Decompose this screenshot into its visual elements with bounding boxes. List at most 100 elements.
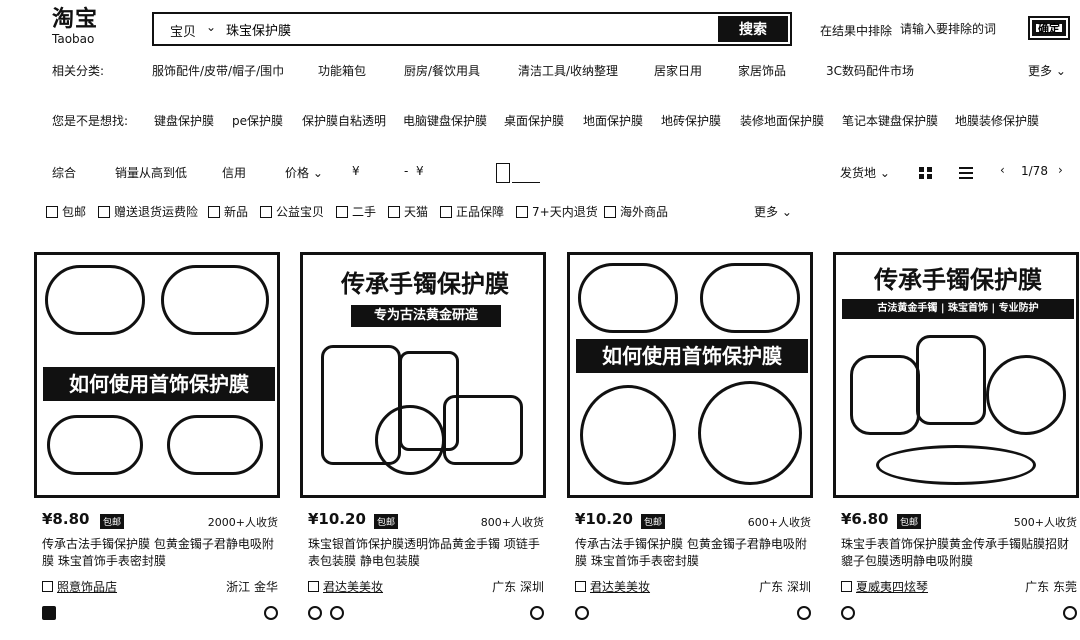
filter-genuine[interactable]: 正品保障 <box>440 203 504 220</box>
filter-label: 二手 <box>352 205 377 219</box>
chat-icon[interactable] <box>530 606 544 620</box>
product-photo <box>876 445 1036 485</box>
price-max-input[interactable] <box>428 162 488 182</box>
price-confirm-button[interactable] <box>496 163 510 183</box>
price-range-underline <box>512 182 540 183</box>
related-item[interactable]: 厨房/餐饮用具 <box>404 62 480 79</box>
filter-tmall[interactable]: 天猫 <box>388 203 428 220</box>
suggest-item[interactable]: 装修地面保护膜 <box>740 112 824 129</box>
product-card[interactable]: 传承手镯保护膜 古法黄金手镯 | 珠宝首饰 | 专业防护 ¥6.80 包邮 50… <box>833 252 1079 640</box>
price-row: ¥6.80 包邮 500+人收货 <box>841 510 1077 532</box>
related-item[interactable]: 3C数码配件市场 <box>826 62 914 79</box>
related-item[interactable]: 家居饰品 <box>738 62 786 79</box>
filter-free-shipping[interactable]: 包邮 <box>46 203 86 220</box>
product-card[interactable]: 如何使用首饰保护膜 ¥10.20 包邮 600+人收货 传承古法手镯保护膜 包黄… <box>567 252 813 640</box>
product-title[interactable]: 珠宝银首饰保护膜透明饰品黄金手镯 项链手表包装膜 静电包装膜 <box>308 536 540 570</box>
chevron-down-icon[interactable]: ⌄ <box>206 20 216 34</box>
shop-name[interactable]: 君达美美妆 <box>323 580 383 594</box>
shop-name[interactable]: 夏威夷四炫琴 <box>856 580 928 594</box>
search-scope-select[interactable]: 宝贝 <box>170 21 196 40</box>
suggest-item[interactable]: 桌面保护膜 <box>504 112 564 129</box>
chat-icon[interactable] <box>1063 606 1077 620</box>
confirm-button[interactable]: 确定 <box>1028 16 1070 40</box>
exclude-label: 在结果中排除 <box>820 24 893 38</box>
badge-row <box>575 606 811 626</box>
product-photo <box>580 385 676 485</box>
product-price: ¥8.80 <box>42 510 90 528</box>
related-more-button[interactable]: 更多 ⌄ <box>1028 62 1066 79</box>
taobao-logo[interactable]: 淘宝 Taobao <box>52 8 122 47</box>
shop-name[interactable]: 照意饰品店 <box>57 580 117 594</box>
search-button[interactable]: 搜索 <box>718 16 788 42</box>
price-row: ¥10.20 包邮 800+人收货 <box>308 510 544 532</box>
page-indicator: 1/78 <box>1021 164 1048 178</box>
price-min-input[interactable] <box>364 162 424 182</box>
suggest-item[interactable]: 地砖保护膜 <box>661 112 721 129</box>
related-item[interactable]: 清洁工具/收纳整理 <box>518 62 618 79</box>
filter-charity[interactable]: 公益宝贝 <box>260 203 324 220</box>
filter-new[interactable]: 新品 <box>208 203 248 220</box>
product-image[interactable]: 如何使用首饰保护膜 <box>34 252 280 498</box>
free-postage-badge: 包邮 <box>100 514 125 529</box>
list-view-icon[interactable] <box>958 165 974 179</box>
chat-icon[interactable] <box>264 606 278 620</box>
filter-return-insurance[interactable]: 赠送退货运费险 <box>98 203 198 220</box>
chevron-left-icon[interactable]: ‹ <box>1000 163 1005 177</box>
related-more-label: 更多 <box>1028 64 1053 78</box>
product-photo <box>161 265 269 335</box>
chat-icon[interactable] <box>797 606 811 620</box>
ship-from-label: 发货地 <box>840 166 877 180</box>
sort-comprehensive[interactable]: 综合 <box>52 164 76 181</box>
product-image[interactable]: 如何使用首饰保护膜 <box>567 252 813 498</box>
related-item[interactable]: 服饰配件/皮带/帽子/围巾 <box>152 62 284 79</box>
suggest-label: 您是不是想找: <box>52 114 129 128</box>
product-card[interactable]: 传承手镯保护膜 专为古法黄金研造 ¥10.20 包邮 800+人收货 珠宝银首饰… <box>300 252 546 640</box>
suggest-item[interactable]: 笔记本键盘保护膜 <box>842 112 938 129</box>
product-image[interactable]: 传承手镯保护膜 古法黄金手镯 | 珠宝首饰 | 专业防护 <box>833 252 1079 498</box>
suggest-item[interactable]: pe保护膜 <box>232 112 283 129</box>
sales-count: 500+人收货 <box>1013 516 1077 529</box>
suggest-item[interactable]: 地面保护膜 <box>583 112 643 129</box>
related-item[interactable]: 功能箱包 <box>318 62 366 79</box>
filter-label: 海外商品 <box>620 205 669 219</box>
suggest-item[interactable]: 地膜装修保护膜 <box>955 112 1039 129</box>
product-photo <box>45 265 145 335</box>
product-photo <box>700 263 800 333</box>
product-photo <box>850 355 920 435</box>
suggest-item[interactable]: 键盘保护膜 <box>154 112 214 129</box>
filters-more-button[interactable]: 更多 ⌄ <box>754 203 792 220</box>
checkbox-icon <box>46 205 58 218</box>
product-price: ¥10.20 <box>575 510 633 528</box>
related-item[interactable]: 居家日用 <box>654 62 702 79</box>
sort-by-credit[interactable]: 信用 <box>222 164 246 181</box>
suggest-item[interactable]: 保护膜自粘透明 <box>302 112 386 129</box>
checkbox-icon <box>208 205 220 218</box>
product-photo <box>986 355 1066 435</box>
product-title[interactable]: 传承古法手镯保护膜 包黄金镯子君静电吸附膜 珠宝首饰手表密封膜 <box>42 536 274 570</box>
product-card[interactable]: 如何使用首饰保护膜 ¥8.80 包邮 2000+人收货 传承古法手镯保护膜 包黄… <box>34 252 280 640</box>
product-title[interactable]: 传承古法手镯保护膜 包黄金镯子君静电吸附膜 珠宝首饰手表密封膜 <box>575 536 807 570</box>
ship-from-select[interactable]: 发货地 ⌄ <box>840 164 890 181</box>
search-input[interactable] <box>226 18 706 40</box>
product-photo <box>167 415 263 475</box>
product-price: ¥6.80 <box>841 510 889 528</box>
badge-row <box>841 606 1077 626</box>
suggest-item[interactable]: 电脑键盘保护膜 <box>403 112 487 129</box>
grid-view-icon[interactable] <box>918 165 934 179</box>
filter-label: 公益宝贝 <box>276 205 325 219</box>
filter-second-hand[interactable]: 二手 <box>336 203 376 220</box>
product-photo <box>47 415 143 475</box>
sort-by-sales[interactable]: 销量从高到低 <box>115 164 187 181</box>
sort-by-price[interactable]: 价格 ⌄ <box>285 164 323 181</box>
product-title[interactable]: 珠宝手表首饰保护膜黄金传承手镯贴膜招财貔子包膜透明静电吸附膜 <box>841 536 1073 570</box>
sort-price-label: 价格 <box>285 166 310 180</box>
chevron-right-icon[interactable]: › <box>1058 163 1063 177</box>
filter-7-day-return[interactable]: 7+天内退货 <box>516 203 598 220</box>
exclude-input[interactable] <box>900 18 1018 40</box>
chevron-down-icon: ⌄ <box>1052 64 1066 78</box>
product-image[interactable]: 传承手镯保护膜 专为古法黄金研造 <box>300 252 546 498</box>
shop-location: 广东 深圳 <box>492 580 544 594</box>
shop-name[interactable]: 君达美美妆 <box>590 580 650 594</box>
filter-overseas[interactable]: 海外商品 <box>604 203 668 220</box>
price-row: ¥10.20 包邮 600+人收货 <box>575 510 811 532</box>
